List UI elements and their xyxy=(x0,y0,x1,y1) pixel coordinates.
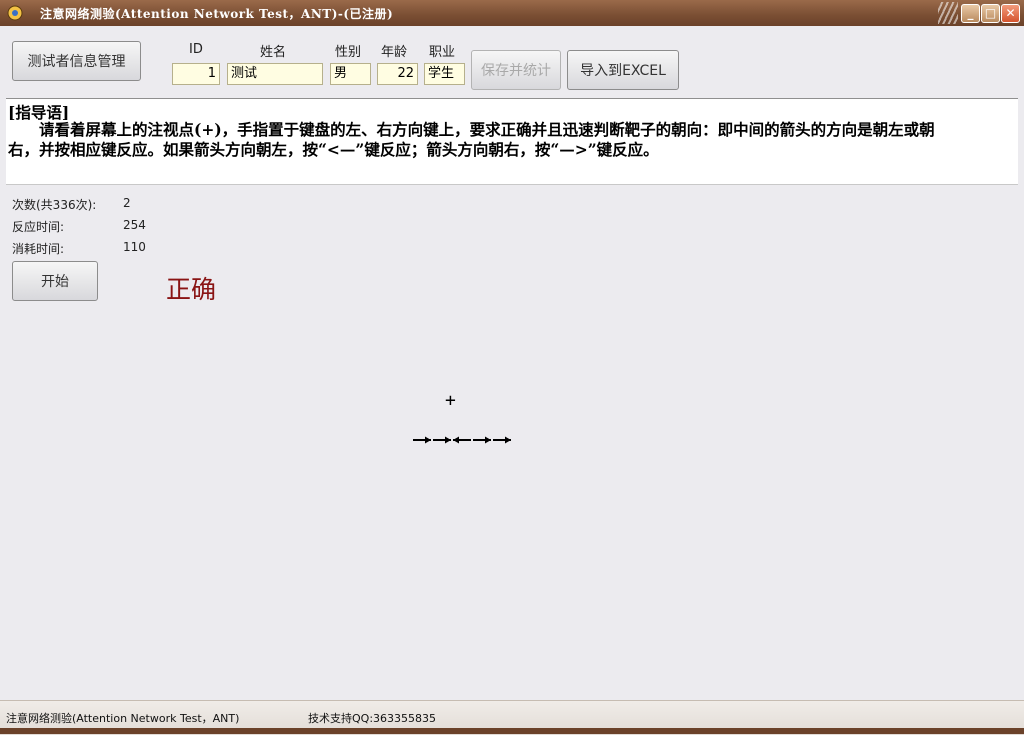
window-bottom-frame xyxy=(0,728,1024,734)
arrow-right-icon xyxy=(433,436,451,444)
window-title: 注意网络测验(Attention Network Test，ANT)-(已注册) xyxy=(40,7,394,21)
status-support: 技术支持QQ:363355835 xyxy=(308,712,437,725)
reaction-time-value: 254 xyxy=(123,218,146,232)
id-label: ID xyxy=(189,42,203,57)
status-app-name: 注意网络测验(Attention Network Test，ANT) xyxy=(6,712,240,725)
title-bar: 注意网络测验(Attention Network Test，ANT)-(已注册)… xyxy=(0,0,1024,26)
gender-field[interactable]: 男 xyxy=(330,63,371,85)
manage-tester-button[interactable]: 测试者信息管理 xyxy=(12,41,141,81)
maximize-button[interactable]: □ xyxy=(981,4,1000,23)
elapsed-time-label: 消耗时间: xyxy=(12,242,65,256)
app-icon xyxy=(7,5,23,21)
arrow-left-icon xyxy=(453,436,471,444)
trial-count-label: 次数(共336次): xyxy=(12,198,97,212)
minimize-button[interactable]: _ xyxy=(961,4,980,23)
close-button[interactable]: ✕ xyxy=(1001,4,1020,23)
arrow-right-icon xyxy=(413,436,431,444)
age-label: 年龄 xyxy=(381,45,408,60)
title-grip xyxy=(938,2,958,24)
job-field[interactable]: 学生 xyxy=(424,63,465,85)
instructions-panel: [指导语] 请看着屏幕上的注视点(+)，手指置于键盘的左、右方向键上，要求正确并… xyxy=(6,98,1018,185)
save-stats-button[interactable]: 保存并统计 xyxy=(471,50,561,90)
instructions-text: 请看着屏幕上的注视点(+)，手指置于键盘的左、右方向键上，要求正确并且迅速判断靶… xyxy=(8,120,935,159)
close-icon: ✕ xyxy=(1005,6,1016,20)
minimize-icon: _ xyxy=(967,6,974,20)
reaction-time-label: 反应时间: xyxy=(12,220,65,234)
gender-label: 性别 xyxy=(335,45,362,60)
feedback-text: 正确 xyxy=(166,275,217,304)
fixation-cross: + xyxy=(445,390,456,411)
maximize-icon: □ xyxy=(984,6,997,20)
elapsed-time-value: 110 xyxy=(123,240,146,254)
arrow-right-icon xyxy=(493,436,511,444)
age-field[interactable]: 22 xyxy=(377,63,418,85)
flanker-arrows xyxy=(412,432,512,451)
export-excel-button[interactable]: 导入到EXCEL xyxy=(567,50,679,90)
start-button[interactable]: 开始 xyxy=(12,261,98,301)
job-label: 职业 xyxy=(429,45,456,60)
name-field[interactable]: 测试 xyxy=(227,63,323,85)
id-field[interactable]: 1 xyxy=(172,63,220,85)
name-label: 姓名 xyxy=(260,45,287,60)
trial-count-value: 2 xyxy=(123,196,131,210)
arrow-right-icon xyxy=(473,436,491,444)
